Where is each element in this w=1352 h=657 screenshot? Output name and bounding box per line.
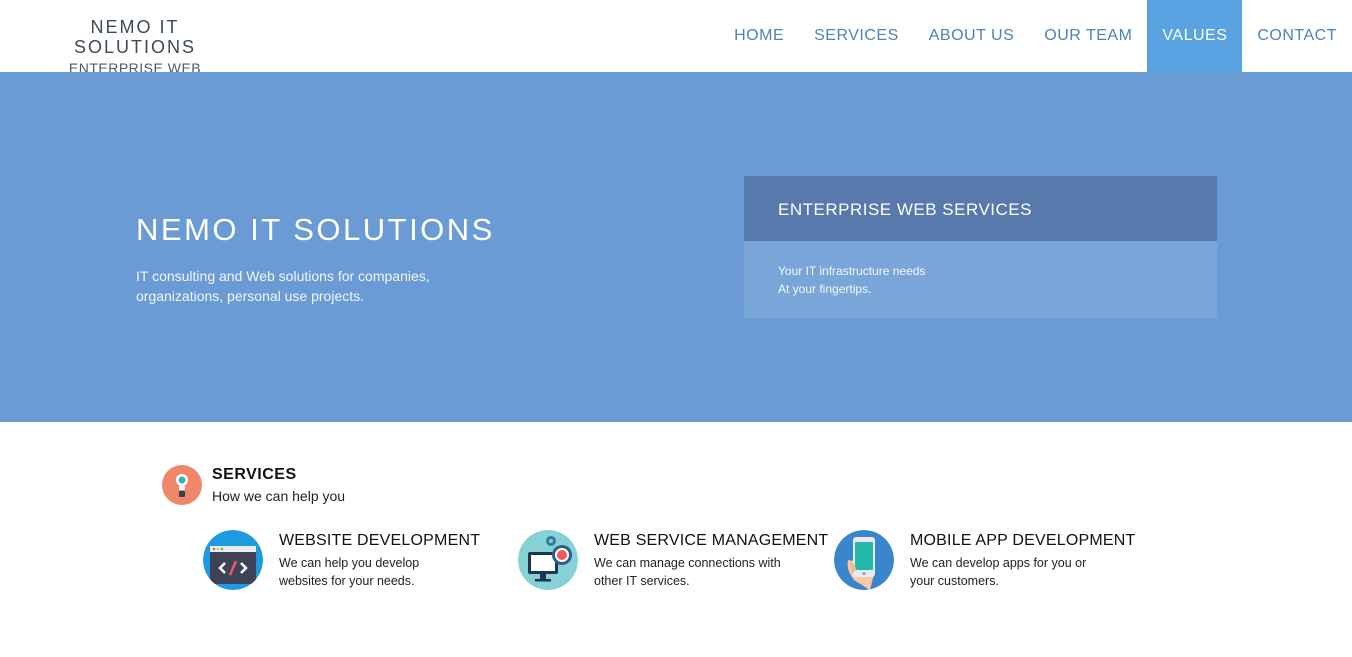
service-description-line-2: websites for your needs. xyxy=(279,574,415,588)
service-card-website-development[interactable]: WEBSITE DEVELOPMENT We can help you deve… xyxy=(203,530,503,594)
nav-home[interactable]: HOME xyxy=(719,0,799,72)
service-description-line-2: other IT services. xyxy=(594,574,690,588)
services-title: SERVICES xyxy=(212,466,297,483)
nav-about-us[interactable]: ABOUT US xyxy=(914,0,1030,72)
computer-gear-icon xyxy=(518,530,578,590)
hero-panel: ENTERPRISE WEB SERVICES Your IT infrastr… xyxy=(744,176,1217,318)
service-description: We can manage connections with other IT … xyxy=(594,554,824,590)
service-description-line-2: your customers. xyxy=(910,574,999,588)
service-description-line-1: We can manage connections with xyxy=(594,556,781,570)
hero-title: NEMO IT SOLUTIONS xyxy=(136,212,495,247)
main-nav: HOME SERVICES ABOUT US OUR TEAM VALUES C… xyxy=(719,0,1352,72)
nav-services[interactable]: SERVICES xyxy=(799,0,914,72)
service-description: We can develop apps for you or your cust… xyxy=(910,554,1140,590)
code-monitor-icon xyxy=(203,530,263,590)
panel-line-2: At your fingertips. xyxy=(778,282,872,296)
nav-values[interactable]: VALUES xyxy=(1147,0,1243,72)
hero-section: NEMO IT SOLUTIONS IT consulting and Web … xyxy=(0,72,1352,422)
panel-body: Your IT infrastructure needs At your fin… xyxy=(744,241,1217,318)
service-title: MOBILE APP DEVELOPMENT xyxy=(910,532,1136,549)
lightbulb-icon xyxy=(162,465,202,505)
service-card-web-service-management[interactable]: WEB SERVICE MANAGEMENT We can manage con… xyxy=(518,530,828,594)
service-title: WEB SERVICE MANAGEMENT xyxy=(594,532,829,549)
nav-our-team[interactable]: OUR TEAM xyxy=(1029,0,1147,72)
service-description: We can help you develop websites for you… xyxy=(279,554,509,590)
services-subtitle: How we can help you xyxy=(212,488,346,504)
service-title: WEBSITE DEVELOPMENT xyxy=(279,532,481,549)
service-description-line-1: We can help you develop xyxy=(279,556,420,570)
hero-description-line-1: IT consulting and Web solutions for comp… xyxy=(136,268,430,284)
hero-description: IT consulting and Web solutions for comp… xyxy=(136,266,476,306)
site-header: NEMO IT SOLUTIONS ENTERPRISE WEB SERVICE… xyxy=(0,0,1352,94)
nav-contact[interactable]: CONTACT xyxy=(1242,0,1352,72)
panel-line-1: Your IT infrastructure needs xyxy=(778,264,926,278)
phone-hand-icon xyxy=(834,530,894,590)
panel-heading: ENTERPRISE WEB SERVICES xyxy=(744,176,1217,241)
hero-description-line-2: organizations, personal use projects. xyxy=(136,288,365,304)
brand-title: NEMO IT SOLUTIONS xyxy=(73,17,197,57)
service-description-line-1: We can develop apps for you or xyxy=(910,556,1087,570)
service-card-mobile-app-development[interactable]: MOBILE APP DEVELOPMENT We can develop ap… xyxy=(834,530,1136,594)
